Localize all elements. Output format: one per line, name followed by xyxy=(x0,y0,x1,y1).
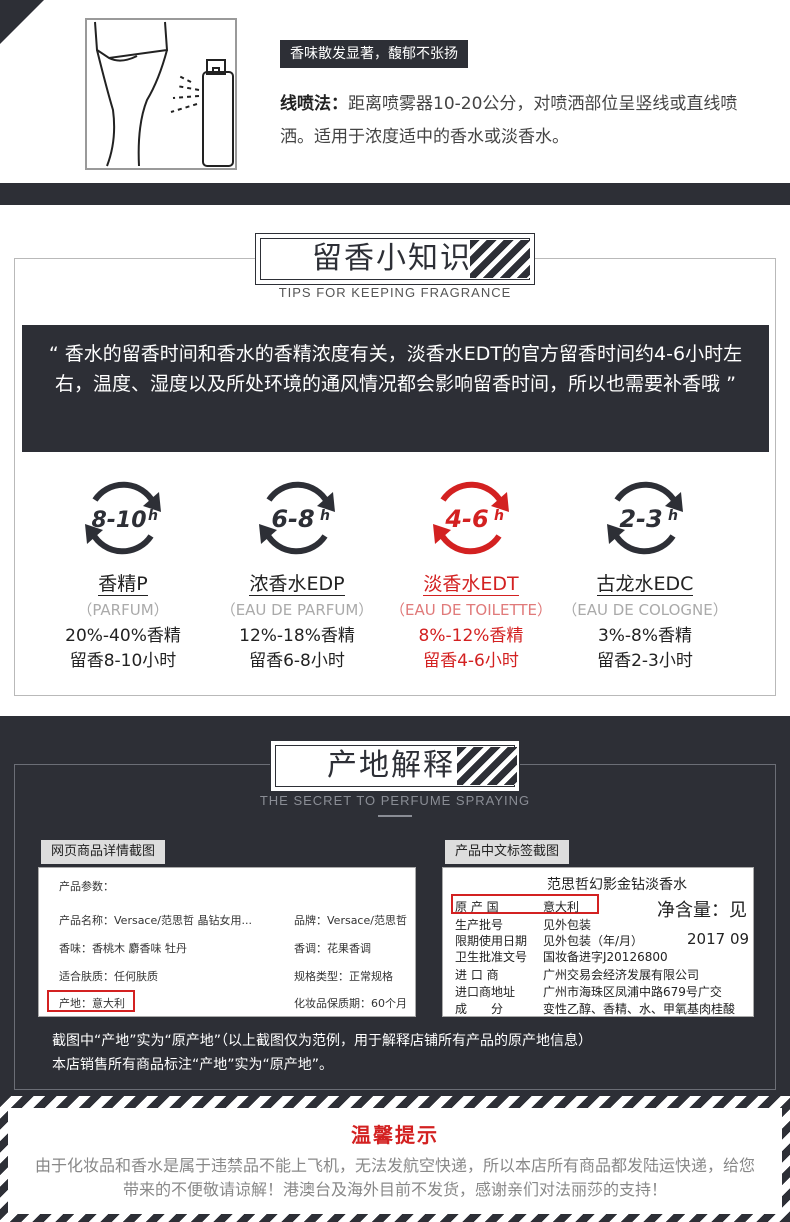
label-ingredients-value: 变性乙醇、香精、水、甲氧基肉桂酸 xyxy=(543,1002,736,1016)
cycle-english-name: （EAU DE TOILETTE） xyxy=(389,601,553,619)
label-batch-key: 生产批号 xyxy=(455,918,504,932)
cycle-unit: h xyxy=(494,508,504,524)
cycle-edt: 4-6 h 淡香水EDT （EAU DE TOILETTE） 8%-12%香精 … xyxy=(386,470,556,674)
web-spec: 规格类型：正常规格 xyxy=(294,970,393,983)
web-product-name: 产品名称：Versace/范思哲 晶钻女用... xyxy=(59,914,252,927)
origin-note: 截图中“产地”实为“原产地”（以上截图仅为范例，用于解释店铺所有产品的原产地信息… xyxy=(52,1029,752,1077)
label-origin-key: 原 产 国 xyxy=(455,900,499,914)
cycle-unit: h xyxy=(668,508,678,524)
cycle-unit: h xyxy=(148,508,158,524)
origin-section: 产地解释 THE SECRET TO PERFUME SPRAYING 网页商品… xyxy=(0,716,790,1096)
tips-quote: “ 香水的留香时间和香水的香精浓度有关，淡香水EDT的官方留香时间约4-6小时左… xyxy=(22,325,769,452)
web-brand: 品牌：Versace/范思哲 xyxy=(294,914,407,927)
tips-subtitle-text: TIPS FOR KEEPING FRAGRANCE xyxy=(270,285,520,300)
corner-decoration xyxy=(0,0,44,44)
cycle-arrow-icon: 6-8 h xyxy=(259,481,335,555)
cycle-hours: 8-10 xyxy=(91,508,146,533)
origin-subtitle: THE SECRET TO PERFUME SPRAYING xyxy=(259,793,531,808)
cycle-parfum: 8-10 h 香精P （PARFUM） 20%-40%香精 留香8-10小时 xyxy=(38,470,208,674)
label-ingredients-key: 成 分 xyxy=(455,1002,504,1016)
cycle-hours: 6-8 xyxy=(271,505,314,533)
cycle-duration: 留香4-6小时 xyxy=(423,651,519,671)
origin-note-line2: 本店销售所有商品标注“产地”实为“原产地”。 xyxy=(52,1057,334,1073)
spray-method-label: 线喷法： xyxy=(280,94,348,114)
line-spray-section: 香味散发显著，馥郁不张扬 线喷法：距离喷雾器10-20公分，对喷洒部位呈竖线或直… xyxy=(0,0,790,205)
web-screenshot-tag: 网页商品详情截图 xyxy=(41,840,166,864)
concentration-cycles: 8-10 h 香精P （PARFUM） 20%-40%香精 留香8-10小时 6… xyxy=(14,470,776,680)
warm-tips-box: 温馨提示 由于化妆品和香水是属于违禁品不能上飞机，无法发航空快递，所以本店所有商… xyxy=(8,1108,782,1214)
label-screenshot-panel: 范思哲幻影金钻淡香水 净含量：见 原 产 国 意大利 生产批号 见外包装 限期使… xyxy=(442,867,754,1017)
fragrance-tips-section: 留香小知识 TIPS FOR KEEPING FRAGRANCE “ 香水的留香… xyxy=(0,205,790,716)
section-divider-bar xyxy=(0,183,790,205)
cycle-concentration: 8%-12%香精 xyxy=(418,626,524,646)
cycle-edp: 6-8 h 浓香水EDP （EAU DE PARFUM） 12%-18%香精 留… xyxy=(212,470,382,674)
cycle-name-wrap: 浓香水EDP xyxy=(212,572,382,596)
cycle-english-name: （EAU DE COLOGNE） xyxy=(562,601,728,619)
label-expiry-year: 2017 09 xyxy=(687,930,750,948)
leg-spray-illustration xyxy=(85,18,237,170)
warm-tips-section: 温馨提示 由于化妆品和香水是属于违禁品不能上飞机，无法发航空快递，所以本店所有商… xyxy=(0,1096,790,1222)
web-skin: 适合肤质：任何肤质 xyxy=(59,970,158,983)
cycle-concentration: 3%-8%香精 xyxy=(597,626,693,646)
cycle-duration: 留香2-3小时 xyxy=(597,651,693,671)
warm-tips-title: 温馨提示 xyxy=(351,1123,439,1147)
cycle-duration: 留香6-8小时 xyxy=(249,651,345,671)
cycle-hours: 4-6 xyxy=(444,505,488,533)
cycle-name: 香精P xyxy=(98,573,148,596)
origin-note-line1: 截图中“产地”实为“原产地”（以上截图仅为范例，用于解释店铺所有产品的原产地信息… xyxy=(52,1033,593,1049)
product-detail-page: 香味散发显著，馥郁不张扬 线喷法：距离喷雾器10-20公分，对喷洒部位呈竖线或直… xyxy=(0,0,790,1222)
web-note: 香调：花果香调 xyxy=(294,942,371,955)
tips-title: 留香小知识 xyxy=(312,241,472,276)
spray-effect-tag: 香味散发显著，馥郁不张扬 xyxy=(280,40,468,68)
cycle-concentration: 12%-18%香精 xyxy=(239,626,355,646)
cycle-name: 古龙水EDC xyxy=(596,573,694,596)
cycle-edc: 2-3 h 古龙水EDC （EAU DE COLOGNE） 3%-8%香精 留香… xyxy=(560,470,730,674)
label-origin-value: 意大利 xyxy=(543,900,580,914)
web-scent: 香味：香桃木 麝香味 牡丹 xyxy=(59,942,187,955)
label-license-value: 国妆备进字J20126800 xyxy=(543,950,668,964)
stripes-decoration xyxy=(470,240,530,278)
cycle-arrow-icon: 4-6 h xyxy=(433,481,509,555)
cycle-name-wrap: 古龙水EDC xyxy=(560,572,730,596)
warm-tips-text: 由于化妆品和香水是属于违禁品不能上飞机，无法发航空快递，所以本店所有商品都发陆运… xyxy=(34,1156,755,1199)
stripes-decoration xyxy=(457,747,517,785)
cycle-name-wrap: 淡香水EDT xyxy=(386,572,556,596)
label-net-content: 净含量：见 xyxy=(657,900,747,921)
cycle-concentration: 20%-40%香精 xyxy=(65,626,181,646)
cycle-duration: 留香8-10小时 xyxy=(69,651,177,671)
origin-title-box: 产地解释 xyxy=(270,740,520,792)
origin-title: 产地解释 xyxy=(327,748,455,783)
spray-method-text: 距离喷雾器10-20公分，对喷洒部位呈竖线或直线喷洒。适用于浓度适中的香水或淡香… xyxy=(280,94,738,147)
cycle-arrow-icon: 2-3 h xyxy=(607,481,683,555)
label-importer-key: 进 口 商 xyxy=(455,968,499,982)
spray-method-description: 线喷法：距离喷雾器10-20公分，对喷洒部位呈竖线或直线喷洒。适用于浓度适中的香… xyxy=(280,88,750,154)
label-screenshot-tag: 产品中文标签截图 xyxy=(445,840,570,864)
cycle-name: 浓香水EDP xyxy=(249,573,345,596)
label-batch-value: 见外包装 xyxy=(543,918,592,932)
tips-title-box: 留香小知识 xyxy=(255,233,535,285)
tips-subtitle: TIPS FOR KEEPING FRAGRANCE xyxy=(0,285,790,300)
label-license-key: 卫生批准文号 xyxy=(455,950,528,964)
label-address-value: 广州市海珠区凤浦中路679号广交 xyxy=(543,985,722,999)
label-product: 范思哲幻影金钻淡香水 xyxy=(547,877,687,893)
web-screenshot-panel: 产品参数： 产品名称：Versace/范思哲 晶钻女用... 品牌：Versac… xyxy=(38,867,416,1017)
cycle-name: 淡香水EDT xyxy=(423,573,519,596)
cycle-name-wrap: 香精P xyxy=(38,572,208,596)
web-params-heading: 产品参数： xyxy=(59,880,114,893)
subtitle-underline xyxy=(378,815,412,817)
cycle-hours: 2-3 xyxy=(619,505,662,533)
cycle-english-name: （EAU DE PARFUM） xyxy=(220,601,374,619)
cycle-unit: h xyxy=(320,508,330,524)
label-expiry-key: 限期使用日期 xyxy=(455,934,528,948)
cycle-arrow-icon: 8-10 h xyxy=(85,481,161,555)
label-address-key: 进口商地址 xyxy=(455,985,516,999)
leg-spray-icon xyxy=(94,21,234,167)
web-shelf-life: 化妆品保质期：60个月 xyxy=(294,997,407,1010)
label-importer-value: 广州交易会经济发展有限公司 xyxy=(543,968,700,982)
cycle-english-name: （PARFUM） xyxy=(77,601,169,619)
label-expiry-value: 见外包装（年/月） xyxy=(543,934,644,948)
web-origin: 产地：意大利 xyxy=(59,997,125,1010)
